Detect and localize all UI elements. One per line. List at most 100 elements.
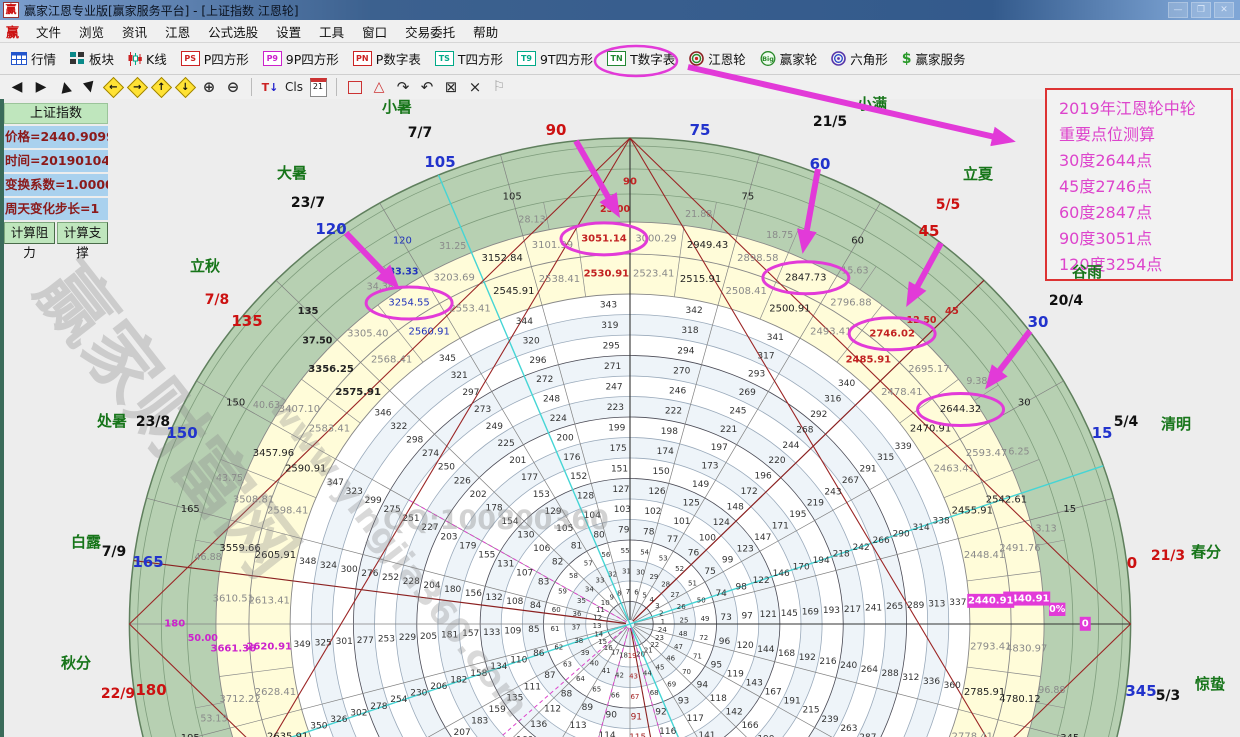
toolbar-item-dollar[interactable]: $赢家服务: [895, 46, 973, 72]
pan-up-icon: ↑: [150, 76, 171, 97]
menu-item[interactable]: 资讯: [113, 22, 156, 41]
close-button[interactable]: ✕: [1214, 2, 1234, 18]
menu-item[interactable]: 工具: [310, 22, 353, 41]
toolbar-item-ps[interactable]: PS P四方形: [174, 46, 256, 72]
time-price-icon: T↓: [262, 81, 279, 94]
nav-down-icon[interactable]: ▼: [78, 77, 100, 97]
toolbar-item-label: K线: [146, 49, 167, 68]
rect-tool-icon: [348, 81, 362, 94]
cross-move-icon[interactable]: ×: [464, 77, 486, 97]
rect-tool-icon[interactable]: [344, 77, 366, 97]
triangle-tool-icon[interactable]: △: [368, 77, 390, 97]
info-row: 价格=2440.9099: [4, 126, 108, 148]
pan-down-icon: ↓: [174, 76, 195, 97]
toolbar-item-ts[interactable]: TST四方形: [428, 46, 510, 72]
toolbar-item-label: T四方形: [458, 49, 503, 68]
pan-down-icon[interactable]: ↓: [174, 77, 196, 97]
calendar-icon[interactable]: 21: [307, 77, 329, 97]
zoom-in-icon[interactable]: ⊕: [198, 77, 220, 97]
menu-item[interactable]: 公式选股: [199, 22, 267, 41]
annotation-line: 90度3051点: [1059, 226, 1227, 252]
quotes-table-icon: [11, 52, 27, 65]
winner-wheel-icon: Big: [760, 51, 776, 66]
rotate-ccw-icon[interactable]: ↶: [416, 77, 438, 97]
toolbar-item-label: 行情: [31, 49, 56, 68]
nav-right-icon: ▶: [36, 79, 47, 95]
zoom-out-icon[interactable]: ⊖: [222, 77, 244, 97]
annotation-box: 2019年江恩轮中轮重要点位测算30度2644点45度2746点60度2847点…: [1045, 88, 1233, 281]
toolbar-item-quotes-table[interactable]: 行情: [4, 46, 63, 72]
time-price-icon[interactable]: T↓: [259, 77, 281, 97]
annotation-line: 45度2746点: [1059, 174, 1227, 200]
calendar-icon: 21: [310, 78, 327, 97]
nav-up-icon[interactable]: ▲: [54, 77, 76, 97]
pan-right-icon: →: [126, 76, 147, 97]
menu-bar: 赢 文件浏览资讯江恩公式选股设置工具窗口交易委托帮助: [0, 20, 1240, 43]
rotate-cw-icon[interactable]: ↷: [392, 77, 414, 97]
nav-right-icon[interactable]: ▶: [30, 77, 52, 97]
menu-item[interactable]: 交易委托: [396, 22, 464, 41]
minimize-button[interactable]: —: [1168, 2, 1188, 18]
menu-item[interactable]: 江恩: [156, 22, 199, 41]
annotation-line: 30度2644点: [1059, 148, 1227, 174]
title-bar: 赢 赢家江恩专业版[赢家服务平台] - [上证指数 江恩轮] —❐✕: [0, 0, 1240, 20]
info-row: 周天变化步长=1: [4, 198, 108, 220]
cls-button[interactable]: Cls: [283, 77, 305, 97]
pan-up-icon[interactable]: ↑: [150, 77, 172, 97]
annotation-line: 120度3254点: [1059, 252, 1227, 278]
menu-item[interactable]: 窗口: [353, 22, 396, 41]
annotation-line: 2019年江恩轮中轮: [1059, 96, 1227, 122]
toolbar-item-gann-wheel[interactable]: 江恩轮: [682, 46, 753, 72]
pan-left-icon[interactable]: ←: [102, 77, 124, 97]
toolbar-item-label: 六角形: [850, 49, 888, 68]
tn-icon: TN: [607, 51, 626, 66]
rotate-cw-icon: ↷: [397, 78, 410, 96]
toolbar-item-p9[interactable]: P99P四方形: [256, 46, 346, 72]
index-info-panel: 上证指数 价格=2440.9099时间=20190104变换系数=1.00000…: [4, 103, 108, 244]
gann-wheel-icon: [689, 51, 704, 66]
app-logo-icon: 赢: [6, 22, 19, 41]
delete-box-icon[interactable]: ⊠: [440, 77, 462, 97]
calc-resistance-button[interactable]: 计算阻力: [4, 222, 55, 244]
annotation-line: 重要点位测算: [1059, 122, 1227, 148]
toolbar-item-winner-wheel[interactable]: Big 赢家轮: [753, 46, 825, 72]
toolbar-item-blocks[interactable]: 板块: [63, 46, 121, 72]
toolbar-item-label: 赢家轮: [780, 49, 818, 68]
calc-support-button[interactable]: 计算支撑: [57, 222, 108, 244]
pan-left-icon: ←: [102, 76, 123, 97]
toolbar-item-pn[interactable]: PNP数字表: [346, 46, 428, 72]
zoom-out-icon: ⊖: [227, 78, 240, 96]
nav-left-icon[interactable]: ◀: [6, 77, 28, 97]
menu-item[interactable]: 文件: [27, 22, 70, 41]
kline-icon: [128, 52, 142, 66]
cross-move-icon: ×: [469, 78, 482, 96]
cls-button: Cls: [285, 80, 303, 94]
toolbar-item-label: T数字表: [630, 49, 675, 68]
annotation-line: 60度2847点: [1059, 200, 1227, 226]
nav-down-icon: ▼: [82, 78, 96, 96]
pan-right-icon[interactable]: →: [126, 77, 148, 97]
info-row: 变换系数=1.00000: [4, 174, 108, 196]
index-name: 上证指数: [4, 103, 108, 124]
toolbar-item-label: 板块: [89, 49, 114, 68]
board-icon[interactable]: ⚐: [488, 77, 510, 97]
nav-left-icon: ◀: [12, 79, 23, 95]
menu-item[interactable]: 帮助: [464, 22, 507, 41]
toolbar-item-label: P四方形: [204, 49, 249, 68]
dollar-icon: $: [902, 51, 912, 67]
svg-text:Big: Big: [762, 55, 774, 63]
toolbar-item-hexagon[interactable]: 六角形: [824, 46, 895, 72]
toolbar-item-tn[interactable]: TN T数字表: [600, 46, 682, 72]
maximize-button[interactable]: ❐: [1191, 2, 1211, 18]
app-icon: 赢: [3, 2, 19, 18]
toolbar-item-t9[interactable]: T99T四方形: [510, 46, 600, 72]
t9-icon: T9: [517, 51, 536, 66]
menu-item[interactable]: 设置: [267, 22, 310, 41]
ps-icon: PS: [181, 51, 200, 66]
zoom-in-icon: ⊕: [203, 78, 216, 96]
window-controls: —❐✕: [1168, 2, 1234, 18]
toolbar-item-kline[interactable]: K线: [121, 46, 174, 72]
toolbar-item-label: 9P四方形: [286, 49, 339, 68]
toolbar-item-label: P数字表: [376, 49, 421, 68]
menu-item[interactable]: 浏览: [70, 22, 113, 41]
